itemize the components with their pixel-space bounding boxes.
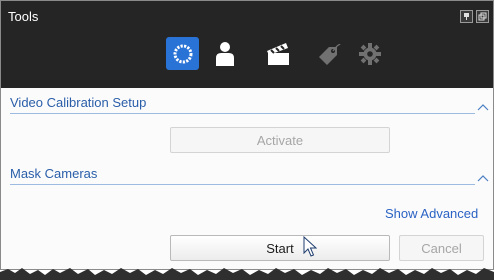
- cancel-button[interactable]: Cancel: [399, 235, 484, 261]
- window-title: Tools: [8, 9, 39, 24]
- settings-tool-button[interactable]: [353, 37, 386, 70]
- calibration-tool-button[interactable]: [166, 37, 199, 70]
- restore-icon: [478, 12, 487, 21]
- gear-icon: [358, 42, 381, 65]
- tag-tool-button[interactable]: [311, 37, 344, 70]
- pin-button[interactable]: [460, 10, 473, 23]
- clapperboard-icon: [266, 42, 289, 65]
- clapper-tool-button[interactable]: [261, 37, 294, 70]
- restore-button[interactable]: [476, 10, 489, 23]
- title-bar: Tools: [1, 1, 493, 88]
- section-divider: [10, 184, 475, 185]
- chevron-up-icon[interactable]: [477, 103, 489, 111]
- person-tool-button[interactable]: [208, 37, 241, 70]
- mask-cameras-header[interactable]: Mask Cameras: [10, 166, 97, 181]
- chevron-up-icon[interactable]: [477, 174, 489, 182]
- tool-selector: [166, 37, 386, 73]
- start-button[interactable]: Start: [170, 235, 390, 261]
- person-icon: [215, 41, 234, 66]
- tools-window: Tools Video Calibration Setup Activate M…: [0, 0, 494, 270]
- activate-button[interactable]: Activate: [170, 127, 390, 153]
- pin-icon: [464, 13, 469, 20]
- section-divider: [10, 113, 475, 114]
- mouse-cursor-icon: [303, 236, 317, 257]
- tag-icon: [318, 43, 341, 65]
- torn-edge: [0, 268, 494, 280]
- video-calibration-header[interactable]: Video Calibration Setup: [10, 95, 146, 110]
- calibration-ring-icon: [173, 44, 192, 63]
- show-advanced-link[interactable]: Show Advanced: [385, 206, 478, 221]
